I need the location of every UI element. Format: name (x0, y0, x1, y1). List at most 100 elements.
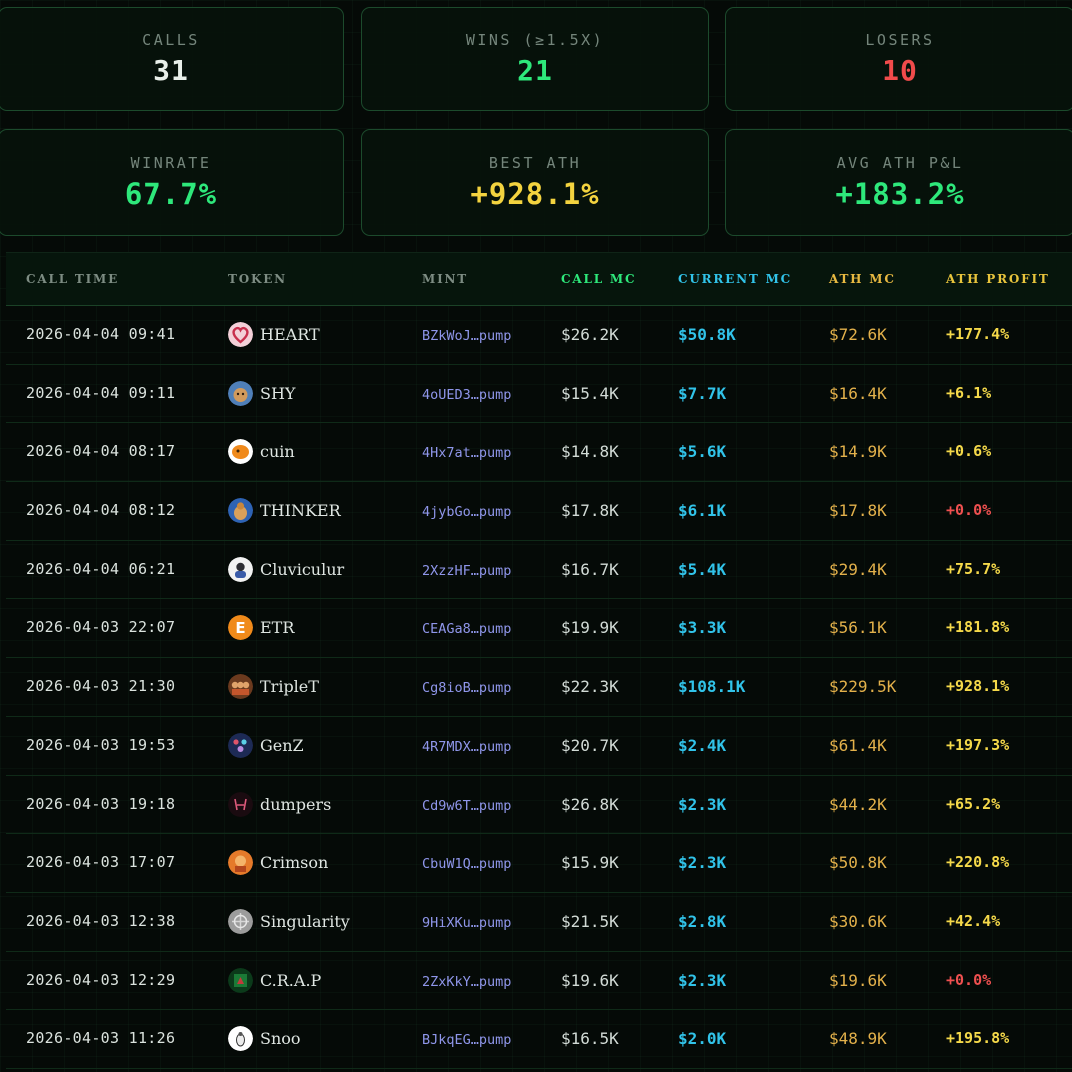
dumpers-icon (228, 791, 253, 817)
ath-mc: $14.9K (829, 442, 887, 462)
mint-link[interactable]: 4R7MDX…pump (422, 739, 511, 755)
mint-link[interactable]: CbuW1Q…pump (422, 856, 511, 872)
token-name[interactable]: GenZ (260, 736, 304, 755)
ath-profit: +65.2% (946, 794, 1001, 813)
call-time: 2026-04-03 19:53 (26, 735, 176, 754)
svg-text:E: E (235, 619, 245, 637)
token-name[interactable]: THINKER (260, 501, 341, 520)
mint-link[interactable]: BZkWoJ…pump (422, 328, 511, 344)
triplet-icon (228, 674, 253, 700)
mint-link[interactable]: 2XzzHF…pump (422, 563, 511, 579)
call-time: 2026-04-03 12:29 (26, 970, 176, 989)
token-name[interactable]: HEART (260, 325, 320, 344)
stat-label: WINRATE (130, 154, 212, 172)
header-call-mc[interactable]: CALL MC (561, 272, 636, 286)
mint-link[interactable]: 4Hx7at…pump (422, 445, 511, 461)
current-mc: $5.6K (678, 442, 727, 462)
ath-mc: $56.1K (829, 618, 887, 638)
token-name[interactable]: Cluviculur (260, 560, 344, 579)
snoo-icon (228, 1026, 253, 1052)
stat-value-wins: 21 (517, 54, 553, 87)
shy-icon (228, 380, 253, 406)
header-call-time[interactable]: CALL TIME (26, 272, 119, 286)
table-row[interactable]: 2026-04-03 22:07 E ETR CEAGa8…pump $19.9… (6, 599, 1072, 659)
call-mc: $15.9K (561, 853, 619, 873)
current-mc: $108.1K (678, 677, 746, 697)
mint-link[interactable]: CEAGa8…pump (422, 621, 511, 637)
token-name[interactable]: Crimson (260, 853, 328, 872)
genz-icon (228, 732, 253, 758)
call-mc: $19.6K (561, 970, 619, 990)
table-row[interactable]: 2026-04-04 09:11 SHY 4oUED3…pump $15.4K … (6, 365, 1072, 424)
current-mc: $2.0K (678, 1029, 727, 1049)
header-ath-profit[interactable]: ATH PROFIT (946, 272, 1050, 286)
header-ath-mc[interactable]: ATH MC (829, 272, 896, 286)
mint-link[interactable]: BJkqEG…pump (422, 1032, 511, 1048)
stat-value-calls: 31 (153, 54, 189, 87)
current-mc: $7.7K (678, 383, 727, 403)
call-time: 2026-04-03 12:38 (26, 911, 176, 930)
token-name[interactable]: SHY (260, 384, 295, 403)
token-name[interactable]: TripleT (260, 677, 319, 696)
ath-mc: $29.4K (829, 559, 887, 579)
stat-label: LOSERS (865, 31, 935, 49)
call-mc: $26.2K (561, 325, 619, 344)
token-name[interactable]: dumpers (260, 795, 331, 814)
ath-mc: $19.6K (829, 970, 887, 990)
stat-label: AVG ATH P&L (836, 154, 964, 172)
mint-link[interactable]: Cd9w6T…pump (422, 798, 511, 814)
mint-link[interactable]: 4jybGo…pump (422, 504, 511, 520)
table-row[interactable]: 2026-04-04 09:41 HEART BZkWoJ…pump $26.2… (6, 306, 1072, 365)
singularity-icon (228, 908, 253, 934)
table-row[interactable]: 2026-04-04 06:21 Cluviculur 2XzzHF…pump … (6, 541, 1072, 600)
stat-card-best-ath: BEST ATH +928.1% (361, 129, 709, 236)
table-row[interactable]: 2026-04-03 11:26 Snoo BJkqEG…pump $16.5K… (6, 1010, 1072, 1069)
call-time: 2026-04-03 11:26 (26, 1029, 176, 1048)
current-mc: $3.3K (678, 618, 727, 638)
call-time: 2026-04-03 17:07 (26, 853, 176, 872)
stat-card-wins: WINS (≥1.5X) 21 (361, 7, 709, 111)
mint-link[interactable]: Cg8ioB…pump (422, 680, 511, 696)
table-row[interactable]: 2026-04-03 19:18 dumpers Cd9w6T…pump $26… (6, 776, 1072, 835)
header-current-mc[interactable]: CURRENT MC (678, 272, 792, 286)
ath-profit: +0.6% (946, 442, 992, 461)
table-row[interactable]: 2026-04-03 19:53 GenZ 4R7MDX…pump $20.7K… (6, 717, 1072, 776)
stat-value-losers: 10 (882, 54, 918, 87)
stat-card-losers: LOSERS 10 (725, 7, 1072, 111)
table-row[interactable]: 2026-04-03 17:07 Crimson CbuW1Q…pump $15… (6, 834, 1072, 893)
table-row[interactable]: 2026-04-04 08:12 THINKER 4jybGo…pump $17… (6, 482, 1072, 541)
call-time: 2026-04-04 09:11 (26, 383, 176, 402)
token-name[interactable]: cuin (260, 442, 295, 461)
mint-link[interactable]: 2ZxKkY…pump (422, 974, 511, 990)
cluviculur-icon (228, 556, 253, 582)
ath-profit: +197.3% (946, 735, 1010, 754)
call-mc: $15.4K (561, 383, 619, 403)
token-name[interactable]: ETR (260, 618, 294, 637)
table-body: 2026-04-04 09:41 HEART BZkWoJ…pump $26.2… (6, 306, 1072, 1069)
ath-mc: $16.4K (829, 383, 887, 403)
table-row[interactable]: 2026-04-04 08:17 cuin 4Hx7at…pump $14.8K… (6, 423, 1072, 483)
token-name[interactable]: C.R.A.P (260, 971, 321, 990)
mint-link[interactable]: 9HiXKu…pump (422, 915, 511, 931)
header-token[interactable]: TOKEN (228, 272, 287, 286)
calls-table: CALL TIME TOKEN MINT CALL MC CURRENT MC … (6, 252, 1072, 1069)
table-row[interactable]: 2026-04-03 21:30 TripleT Cg8ioB…pump $22… (6, 658, 1072, 717)
thinker-icon (228, 498, 253, 524)
call-mc: $19.9K (561, 618, 619, 638)
header-mint[interactable]: MINT (422, 272, 468, 286)
mint-link[interactable]: 4oUED3…pump (422, 387, 511, 403)
cuin-icon (228, 439, 253, 465)
ath-mc: $48.9K (829, 1029, 887, 1049)
call-mc: $26.8K (561, 794, 619, 814)
table-row[interactable]: 2026-04-03 12:38 Singularity 9HiXKu…pump… (6, 893, 1072, 952)
stat-value-best-ath: +928.1% (470, 177, 600, 211)
stat-card-winrate: WINRATE 67.7% (0, 129, 344, 236)
ath-mc: $72.6K (829, 325, 887, 344)
call-mc: $16.7K (561, 559, 619, 579)
etr-icon: E (228, 615, 253, 641)
token-name[interactable]: Singularity (260, 912, 350, 931)
table-row[interactable]: 2026-04-03 12:29 C.R.A.P 2ZxKkY…pump $19… (6, 952, 1072, 1011)
token-name[interactable]: Snoo (260, 1029, 301, 1048)
call-time: 2026-04-03 19:18 (26, 794, 176, 813)
ath-mc: $17.8K (829, 501, 887, 521)
